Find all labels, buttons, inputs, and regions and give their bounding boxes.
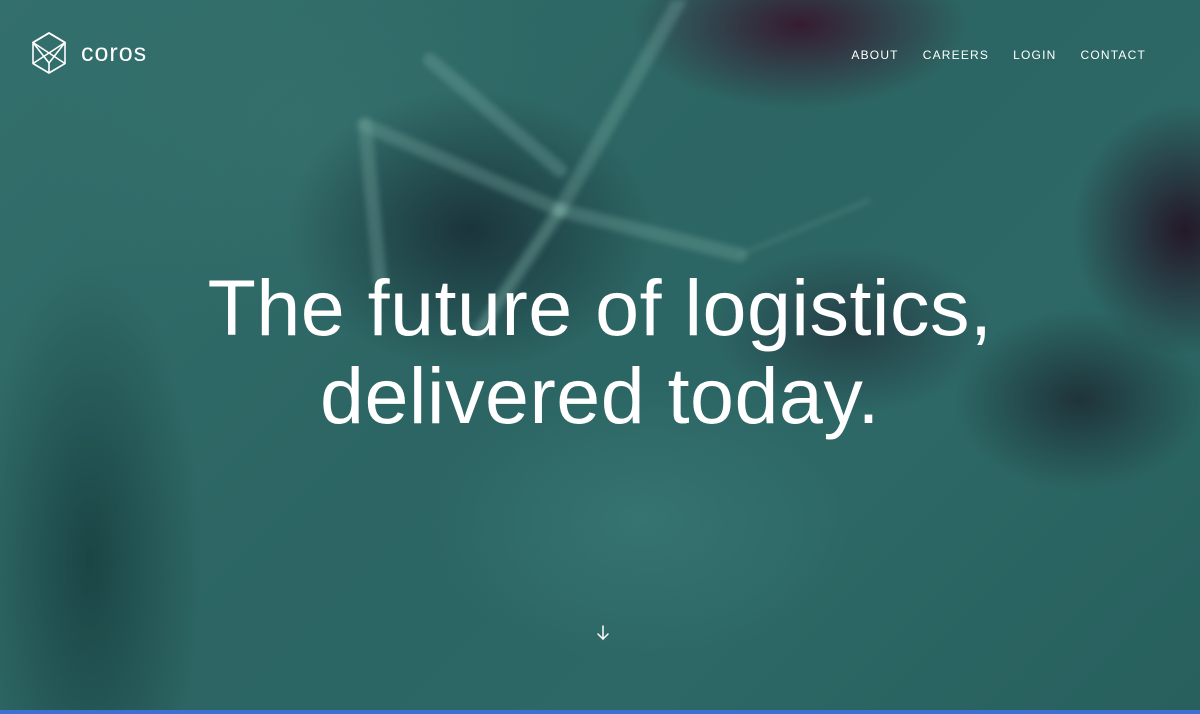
hero-headline: The future of logistics, delivered today… [0, 264, 1200, 440]
hero-headline-line-1: The future of logistics, [207, 263, 993, 352]
brand-name: coros [81, 38, 148, 67]
hexagon-geometric-icon [32, 32, 66, 74]
brand-logo[interactable]: coros [32, 32, 147, 74]
hero-section: coros ABOUT CAREERS LOGIN CONTACT The fu… [0, 0, 1200, 714]
nav-link-careers[interactable]: CAREERS [923, 48, 989, 62]
top-navigation: coros ABOUT CAREERS LOGIN CONTACT [0, 0, 1200, 110]
bottom-accent-bar [0, 710, 1200, 714]
nav-link-about[interactable]: ABOUT [851, 48, 898, 62]
nav-link-contact[interactable]: CONTACT [1080, 48, 1146, 62]
nav-links: ABOUT CAREERS LOGIN CONTACT [851, 48, 1146, 62]
hero-headline-line-2: delivered today. [320, 351, 880, 440]
arrow-down-icon[interactable] [596, 625, 610, 641]
nav-link-login[interactable]: LOGIN [1013, 48, 1056, 62]
